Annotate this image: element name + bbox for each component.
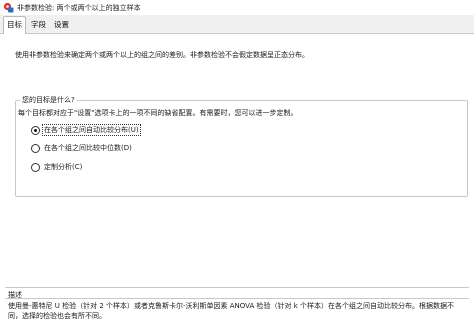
goal-group-legend: 您的目标是什么? — [20, 95, 77, 105]
option-label: 在各个组之间自动比较分布(U) — [42, 124, 141, 136]
tab-fields[interactable]: 字段 — [28, 18, 49, 32]
description-panel: 描述 使用曼-惠特尼 U 检验（针对 2 个样本）或者克鲁斯卡尔-沃利斯单因素 … — [0, 284, 474, 331]
window-title: 非参数检验: 两个或两个以上的独立样本 — [17, 4, 141, 12]
tab-objective[interactable]: 目标 — [3, 16, 26, 34]
option-label: 定制分析(C) — [44, 163, 83, 171]
title-bar: 非参数检验: 两个或两个以上的独立样本 — [0, 0, 474, 15]
tab-bar: 目标 字段 设置 — [0, 15, 474, 34]
option-label: 在各个组之间比较中位数(D) — [44, 144, 132, 152]
radio-button[interactable] — [31, 143, 40, 153]
divider — [5, 298, 469, 299]
goal-group-description: 每个目标都对应于"设置"选项卡上的一项不同的缺省配置。有需要时，您可以进一步定制… — [18, 109, 298, 117]
option-compare-medians[interactable]: 在各个组之间比较中位数(D) — [31, 142, 133, 154]
goal-group: 您的目标是什么? 每个目标都对应于"设置"选项卡上的一项不同的缺省配置。有需要时… — [15, 95, 468, 197]
divider — [5, 287, 469, 288]
tab-settings[interactable]: 设置 — [51, 18, 72, 32]
radio-button[interactable] — [31, 162, 40, 172]
description-text: 使用曼-惠特尼 U 检验（针对 2 个样本）或者克鲁斯卡尔-沃利斯单因素 ANO… — [8, 302, 455, 320]
radio-button-selected[interactable] — [31, 125, 40, 135]
option-auto-compare-distributions[interactable]: 在各个组之间自动比较分布(U) — [31, 124, 141, 136]
intro-text: 使用非参数检验来确定两个或两个以上的组之间的差别。非参数检验不会假定数据呈正态分… — [15, 51, 309, 59]
option-custom-analysis[interactable]: 定制分析(C) — [31, 161, 83, 173]
app-icon — [3, 2, 14, 13]
